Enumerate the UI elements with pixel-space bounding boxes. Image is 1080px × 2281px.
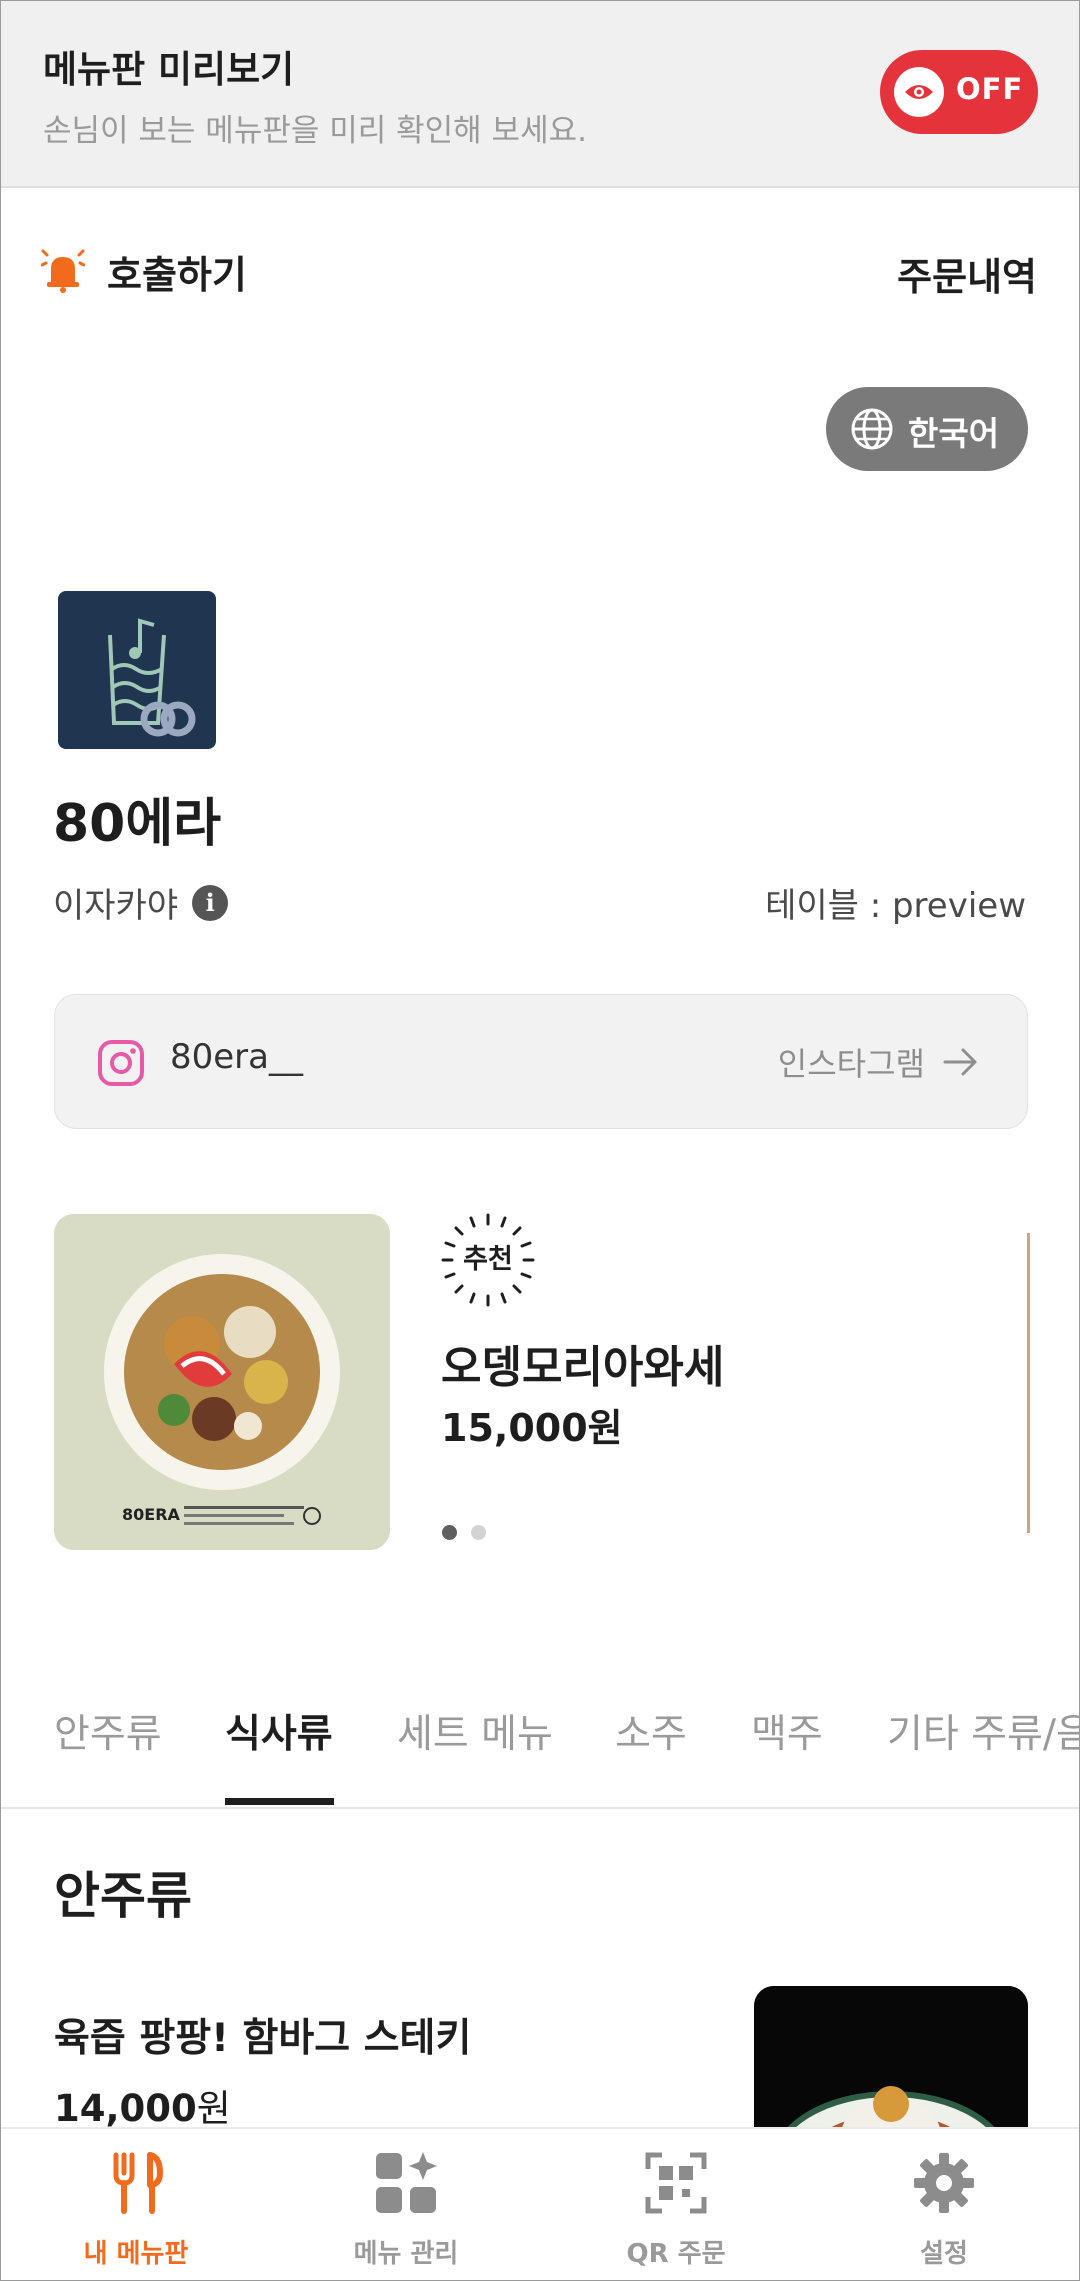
globe-icon [851, 408, 893, 450]
preview-toggle[interactable]: OFF [880, 50, 1038, 134]
banner-subtitle: 손님이 보는 메뉴판을 미리 확인해 보세요. [43, 113, 587, 149]
recommend-badge-label: 추천 [463, 1244, 513, 1275]
featured-item-image[interactable]: 80ERA [54, 1214, 390, 1550]
category-tabs: 안주류 식사류 세트 메뉴 소주 맥주 기타 주류/음 [1, 1673, 1079, 1809]
store-name: 80에라 [53, 794, 222, 854]
featured-item-price: 15,000원 [441, 1406, 623, 1450]
instagram-handle: 80era__ [170, 1037, 303, 1077]
order-history-link[interactable]: 주문내역 [897, 246, 1037, 301]
tab-anju[interactable]: 안주류 [54, 1703, 162, 1759]
nav-settings-label: 설정 [920, 2239, 968, 2269]
nav-my-menu-label: 내 메뉴판 [83, 2239, 189, 2269]
instagram-icon [98, 1040, 144, 1086]
store-category-label: 이자카야 [53, 886, 179, 926]
instagram-link-label: 인스타그램 [778, 1039, 979, 1085]
fork-knife-icon [113, 2152, 164, 2214]
call-label: 호출하기 [107, 252, 247, 297]
instagram-label-text: 인스타그램 [777, 1045, 925, 1083]
toggle-label: OFF [956, 72, 1024, 106]
grid-sparkle-icon [376, 2152, 437, 2213]
arrow-right-icon [943, 1048, 977, 1076]
next-slide-peek [1027, 1233, 1030, 1533]
nav-settings[interactable]: 설정 [809, 2129, 1079, 2280]
tab-soju[interactable]: 소주 [615, 1703, 687, 1759]
store-logo [58, 591, 216, 749]
banner-title: 메뉴판 미리보기 [43, 48, 295, 91]
gear-icon [914, 2153, 974, 2213]
menu-item-price-unit: 원 [196, 2087, 231, 2130]
table-info: 테이블 : preview [765, 886, 1026, 926]
menu-item-price: 14,000원 [54, 2078, 231, 2132]
menu-item-name[interactable]: 육즙 팡팡! 함바그 스테키 [54, 2007, 471, 2063]
store-category: 이자카야 i [53, 878, 229, 927]
recommend-badge: 추천 [441, 1213, 535, 1307]
language-button[interactable]: 한국어 [826, 387, 1028, 471]
section-title: 안주류 [54, 1867, 192, 1925]
nav-qr-order[interactable]: QR 주문 [541, 2129, 811, 2280]
qr-scan-icon [645, 2152, 707, 2214]
svg-text:80ERA: 80ERA [122, 1505, 181, 1524]
menu-item-price-value: 14,000 [54, 2087, 197, 2130]
nav-qr-order-label: QR 주문 [626, 2239, 726, 2269]
oden-bowl-photo: 80ERA [54, 1214, 390, 1550]
music-cup-logo-icon [108, 618, 196, 737]
carousel-dot-2[interactable] [471, 1525, 486, 1540]
call-staff-button[interactable]: 호출하기 [41, 246, 247, 297]
preview-banner: 메뉴판 미리보기 손님이 보는 메뉴판을 미리 확인해 보세요. OFF [1, 1, 1079, 188]
instagram-link-card[interactable]: 80era__ 인스타그램 [54, 994, 1028, 1129]
tab-set-menu[interactable]: 세트 메뉴 [397, 1703, 553, 1759]
featured-item-name[interactable]: 오뎅모리아와세 [441, 1331, 724, 1395]
tab-beer[interactable]: 맥주 [751, 1703, 823, 1759]
nav-menu-manage-label: 메뉴 관리 [353, 2239, 459, 2269]
eye-icon [905, 85, 933, 99]
carousel-dot-1[interactable] [442, 1525, 457, 1540]
nav-my-menu[interactable]: 내 메뉴판 [1, 2129, 271, 2280]
tab-meal[interactable]: 식사류 [225, 1703, 333, 1759]
bell-icon [41, 249, 85, 293]
app-screen: 메뉴판 미리보기 손님이 보는 메뉴판을 미리 확인해 보세요. OFF 호출하… [0, 0, 1080, 2281]
toggle-knob [894, 67, 944, 117]
language-label: 한국어 [908, 414, 1000, 453]
carousel-dots [442, 1525, 500, 1540]
tab-other-drinks[interactable]: 기타 주류/음 [887, 1703, 1079, 1759]
bottom-nav: 내 메뉴판 메뉴 관리 QR 주문 설정 [1, 2127, 1079, 2280]
info-icon[interactable]: i [192, 884, 229, 921]
active-tab-indicator [225, 1798, 334, 1805]
nav-menu-manage[interactable]: 메뉴 관리 [271, 2129, 541, 2280]
